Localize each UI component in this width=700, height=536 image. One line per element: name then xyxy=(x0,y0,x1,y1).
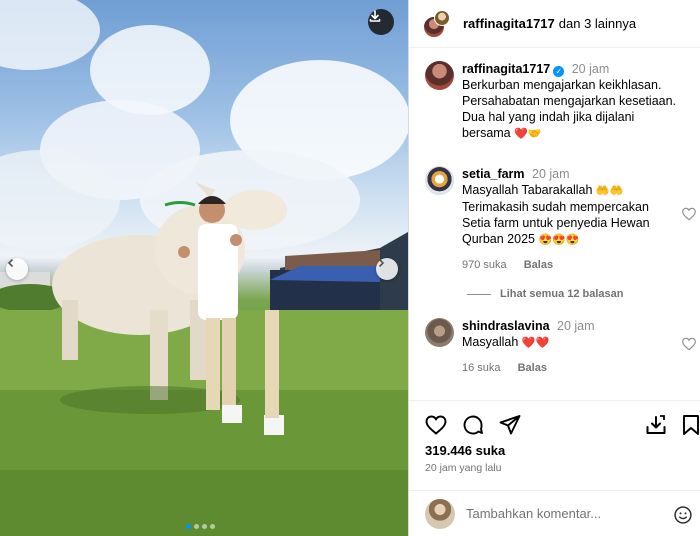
comment-emoji: ❤️❤️ xyxy=(521,337,550,349)
comment-line: Masyallah Tabarakallah xyxy=(462,183,593,197)
like-heart-icon[interactable] xyxy=(424,413,448,437)
caption-emoji: ❤️🤝 xyxy=(514,128,542,140)
view-replies-label: Lihat semua 12 balasan xyxy=(500,288,624,300)
comment-likes[interactable]: 970 suka xyxy=(462,259,507,271)
comment-time[interactable]: 20 jam xyxy=(532,167,570,181)
caption-time[interactable]: 20 jam xyxy=(572,62,610,76)
comment-username[interactable]: setia_farm xyxy=(462,167,525,181)
comment-time[interactable]: 20 jam xyxy=(557,319,595,333)
post-photo[interactable] xyxy=(0,0,408,536)
carousel-dot xyxy=(210,524,215,529)
comment-icon[interactable] xyxy=(461,413,485,437)
header-username[interactable]: raffinagita1717 xyxy=(463,16,555,31)
add-comment-bar xyxy=(409,490,700,536)
comments-list[interactable]: raffinagita1717 ✓ 20 jam Berkurban mengaj… xyxy=(409,48,700,400)
avatar[interactable] xyxy=(425,166,454,195)
prev-slide-button[interactable] xyxy=(6,258,28,280)
reply-button[interactable]: Balas xyxy=(524,259,553,271)
carousel-dot xyxy=(202,524,207,529)
comment-line: Terimakasih sudah mempercakan xyxy=(462,200,649,214)
comment-text: Masyallah xyxy=(462,335,519,349)
avatar[interactable] xyxy=(425,318,454,347)
comment: shindraslavina 20 jam Masyallah ❤️❤️ 16 … xyxy=(425,318,697,376)
emoji-icon[interactable] xyxy=(673,505,693,525)
caption: raffinagita1717 ✓ 20 jam Berkurban mengaj… xyxy=(425,61,695,142)
caption-line: Dua hal yang indah jika dijalani xyxy=(462,110,635,124)
carousel-dot xyxy=(186,524,191,529)
collab-avatars[interactable] xyxy=(423,9,451,38)
avatar[interactable] xyxy=(425,61,454,90)
share-icon[interactable] xyxy=(498,413,522,437)
comment-emoji: 🤲🤲 xyxy=(595,185,624,197)
comment-likes[interactable]: 16 suka xyxy=(462,362,501,374)
heart-icon[interactable] xyxy=(681,206,697,222)
download-icon xyxy=(369,10,381,22)
carousel-dot xyxy=(194,524,199,529)
caption-username[interactable]: raffinagita1717 xyxy=(462,62,550,76)
header-collab-text[interactable]: dan 3 lainnya xyxy=(559,16,636,31)
post-time[interactable]: 20 jam yang lalu xyxy=(425,462,501,474)
caption-line: Berkurban mengajarkan keikhlasan. xyxy=(462,78,662,92)
divider xyxy=(467,293,491,295)
caption-line: bersama xyxy=(462,126,511,140)
caption-line: Persahabatan mengajarkan kesetiaan. xyxy=(462,94,677,108)
comment-line: Qurban 2025 xyxy=(462,232,535,246)
carousel-dots xyxy=(186,524,215,529)
photo-scene xyxy=(0,0,408,536)
post-header: raffinagita1717 dan 3 lainnya xyxy=(409,0,700,48)
download-button[interactable] xyxy=(368,9,394,35)
next-slide-button[interactable] xyxy=(376,258,398,280)
comment: setia_farm 20 jam Masyallah Tabarakallah… xyxy=(425,166,697,273)
reply-button[interactable]: Balas xyxy=(518,362,547,374)
verified-icon: ✓ xyxy=(553,66,565,77)
chevron-left-icon xyxy=(7,258,14,268)
download-save-icon[interactable] xyxy=(644,413,668,437)
heart-icon[interactable] xyxy=(681,336,697,352)
action-bar xyxy=(409,400,700,448)
likes-count[interactable]: 319.446 suka xyxy=(425,443,505,458)
save-icon[interactable] xyxy=(679,413,700,437)
avatar xyxy=(425,498,455,529)
avatar xyxy=(434,9,450,26)
comment-emoji: 😍😍😍 xyxy=(538,234,580,246)
comment-input[interactable] xyxy=(466,506,666,521)
comment-line: Setia farm untuk penyedia Hewan xyxy=(462,216,650,230)
view-replies-button[interactable]: Lihat semua 12 balasan xyxy=(467,288,624,300)
comment-username[interactable]: shindraslavina xyxy=(462,319,550,333)
post-panel: raffinagita1717 dan 3 lainnya raffinagit… xyxy=(408,0,700,536)
chevron-right-icon xyxy=(378,258,385,268)
